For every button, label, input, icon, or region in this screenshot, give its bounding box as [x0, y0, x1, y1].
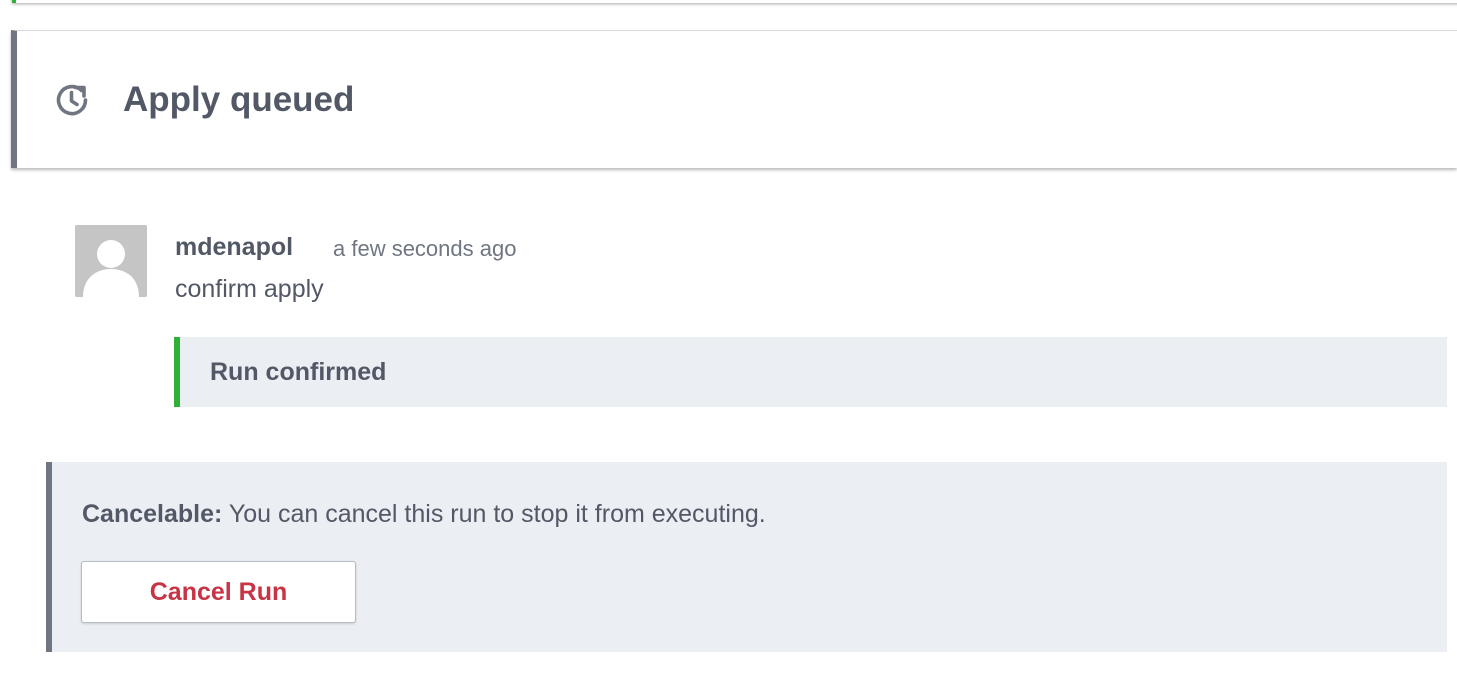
cancelable-label: Cancelable: [82, 500, 223, 528]
status-card: Apply queued [11, 30, 1457, 168]
run-confirmed-label: Run confirmed [210, 358, 387, 386]
cancelable-text: You can cancel this run to stop it from … [222, 500, 766, 528]
previous-status-card [12, 0, 1457, 3]
run-confirmed-event: Run confirmed [174, 337, 1447, 407]
comment-timestamp: a few seconds ago [333, 236, 517, 261]
default-user-avatar-icon [75, 225, 147, 297]
cancelable-description: Cancelable: You can cancel this run to s… [82, 499, 766, 529]
status-title: Apply queued [123, 80, 355, 119]
cancel-run-button[interactable]: Cancel Run [81, 561, 356, 623]
comment-body: confirm apply [175, 275, 324, 303]
cancelable-panel: Cancelable: You can cancel this run to s… [46, 462, 1447, 652]
clock-refresh-icon [53, 81, 91, 119]
comment-author[interactable]: mdenapol [175, 232, 293, 262]
